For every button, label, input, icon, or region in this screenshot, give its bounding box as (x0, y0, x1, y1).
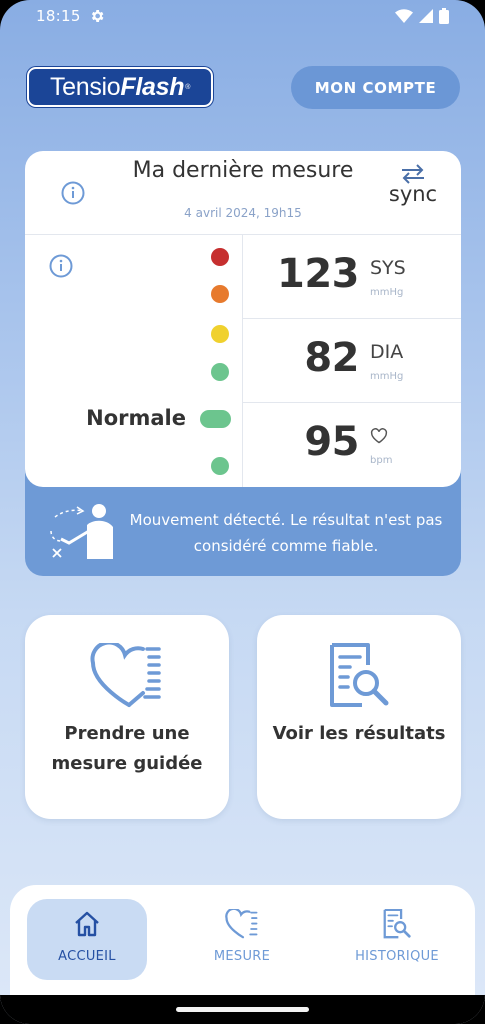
warning-text: Mouvement détecté. Le résultat n'est pas… (129, 511, 443, 555)
bottom-navigation: ACCUEIL MESURE HISTORIQUE (10, 885, 475, 995)
sync-button[interactable]: sync (385, 164, 441, 206)
tensioflash-logo: Tensio Flash ® (27, 67, 213, 107)
heart-measure-icon (25, 643, 229, 709)
status-bar: 18:15 (0, 0, 485, 32)
bp-category-scale: Normale (25, 235, 243, 487)
scale-dot-orange (211, 285, 229, 303)
view-results-button[interactable]: Voir les résultats (257, 615, 461, 819)
signal-icon (419, 9, 433, 23)
nav-measure-label: MESURE (213, 949, 271, 964)
scale-dot-yellow (211, 325, 229, 343)
history-document-icon (337, 909, 457, 939)
heart-icon (370, 427, 388, 449)
nav-history[interactable]: HISTORIQUE (337, 899, 457, 980)
guided-measure-button[interactable]: Prendre une mesure guidée (25, 615, 229, 819)
home-icon (27, 909, 147, 939)
pulse-row: 95 bpm (243, 403, 461, 487)
home-gesture-bar[interactable] (176, 1007, 309, 1012)
view-results-label: Voir les résultats (272, 723, 446, 744)
diastolic-unit: mmHg (370, 371, 404, 382)
scale-dot-green-low (211, 457, 229, 475)
battery-icon (439, 8, 449, 24)
document-search-icon (257, 643, 461, 709)
movement-warning: Mouvement détecté. Le résultat n'est pas… (25, 487, 461, 576)
wifi-icon (395, 9, 413, 23)
scale-info-icon[interactable] (49, 254, 73, 278)
scale-dot-red (211, 248, 229, 266)
diastolic-label: DIA (370, 341, 404, 363)
nav-home-label: ACCUEIL (58, 949, 116, 964)
settings-gear-icon (89, 8, 105, 24)
card-header: Ma dernière mesure 4 avril 2024, 19h15 s… (25, 151, 461, 235)
systolic-label: SYS (370, 257, 406, 279)
nav-measure[interactable]: MESURE (182, 899, 302, 980)
nav-history-label: HISTORIQUE (355, 949, 439, 964)
my-account-button[interactable]: MON COMPTE (291, 66, 460, 109)
systolic-unit: mmHg (370, 287, 404, 298)
nav-home[interactable]: ACCUEIL (27, 899, 147, 980)
pulse-unit: bpm (370, 455, 393, 466)
heart-measure-nav-icon (182, 909, 302, 939)
logo-text-tensio: Tensio (49, 72, 121, 101)
measure-date: 4 avril 2024, 19h15 (184, 206, 302, 220)
pulse-value: 95 (304, 419, 359, 465)
guided-measure-label: Prendre une mesure guidée (51, 723, 203, 774)
category-label: Normale (86, 406, 186, 430)
last-measure-card: Ma dernière mesure 4 avril 2024, 19h15 s… (25, 151, 461, 487)
diastolic-row: 82 DIA mmHg (243, 319, 461, 403)
sync-arrows-icon (385, 164, 441, 184)
sync-label: sync (388, 182, 438, 206)
info-icon[interactable] (61, 181, 85, 205)
logo-registered-mark: ® (185, 83, 191, 91)
status-time: 18:15 (36, 7, 81, 25)
readings-column: 123 SYS mmHg 82 DIA mmHg 95 bpm (243, 235, 461, 487)
diastolic-value: 82 (304, 335, 359, 381)
systolic-row: 123 SYS mmHg (243, 235, 461, 319)
systolic-value: 123 (277, 251, 360, 297)
scale-current-indicator (200, 410, 231, 428)
movement-figure-icon (47, 501, 117, 563)
app-screen: 18:15 Tensio Flash ® MON COMPTE Ma dernièr… (0, 0, 485, 1024)
scale-dot-green (211, 363, 229, 381)
logo-text-flash: Flash (120, 72, 185, 101)
